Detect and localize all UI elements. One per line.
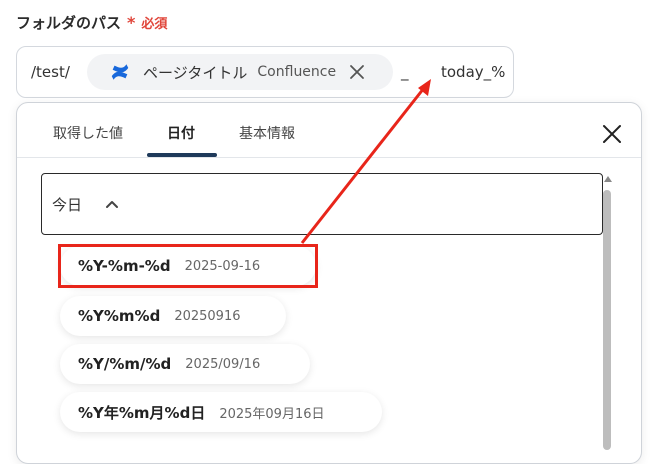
folder-path-input[interactable]: /test/ ページタイトル Confluence _ today_% bbox=[16, 46, 514, 98]
date-format-option[interactable]: %Y年%m月%d日 2025年09月16日 bbox=[60, 392, 382, 432]
path-prefix: /test/ bbox=[31, 63, 70, 81]
required-text: 必須 bbox=[141, 17, 168, 32]
date-format-option[interactable]: %Y/%m/%d 2025/09/16 bbox=[60, 344, 310, 384]
field-label: フォルダのパス * 必須 bbox=[16, 12, 167, 33]
chip-source: Confluence bbox=[257, 64, 337, 80]
close-icon[interactable] bbox=[601, 123, 623, 145]
active-tab-indicator bbox=[147, 153, 217, 157]
option-format: %Y年%m月%d日 bbox=[78, 403, 206, 422]
section-title: 今日 bbox=[52, 196, 83, 214]
scrollbar[interactable] bbox=[603, 176, 613, 450]
date-format-option[interactable]: %Y-%m-%d 2025-09-16 bbox=[60, 246, 316, 286]
scroll-thumb[interactable] bbox=[603, 190, 611, 450]
confluence-logo-icon bbox=[109, 61, 131, 83]
close-icon[interactable] bbox=[348, 63, 366, 81]
option-example: 2025年09月16日 bbox=[219, 406, 325, 422]
tab-bar: 取得した値 日付 基本情報 bbox=[17, 103, 641, 158]
required-star: * bbox=[127, 13, 136, 32]
variable-chip[interactable]: ページタイトル Confluence bbox=[87, 54, 393, 90]
date-format-option[interactable]: %Y%m%d 20250916 bbox=[60, 296, 286, 336]
path-suffix: today_% bbox=[441, 63, 506, 81]
option-format: %Y/%m/%d bbox=[78, 355, 172, 373]
tab-retrieved-values[interactable]: 取得した値 bbox=[53, 123, 123, 143]
chevron-up-icon bbox=[104, 196, 120, 212]
option-example: 20250916 bbox=[174, 308, 241, 324]
option-format: %Y-%m-%d bbox=[78, 257, 171, 275]
option-format: %Y%m%d bbox=[78, 307, 161, 325]
tab-date[interactable]: 日付 bbox=[167, 123, 195, 143]
chip-title: ページタイトル bbox=[143, 63, 248, 82]
scroll-up-arrow-icon[interactable] bbox=[604, 176, 612, 182]
path-separator: _ bbox=[401, 63, 409, 81]
tab-basic-info[interactable]: 基本情報 bbox=[239, 123, 295, 143]
section-header-today[interactable]: 今日 bbox=[41, 173, 603, 235]
field-label-text: フォルダのパス bbox=[16, 14, 122, 32]
option-example: 2025/09/16 bbox=[185, 356, 261, 372]
option-example: 2025-09-16 bbox=[184, 258, 261, 274]
